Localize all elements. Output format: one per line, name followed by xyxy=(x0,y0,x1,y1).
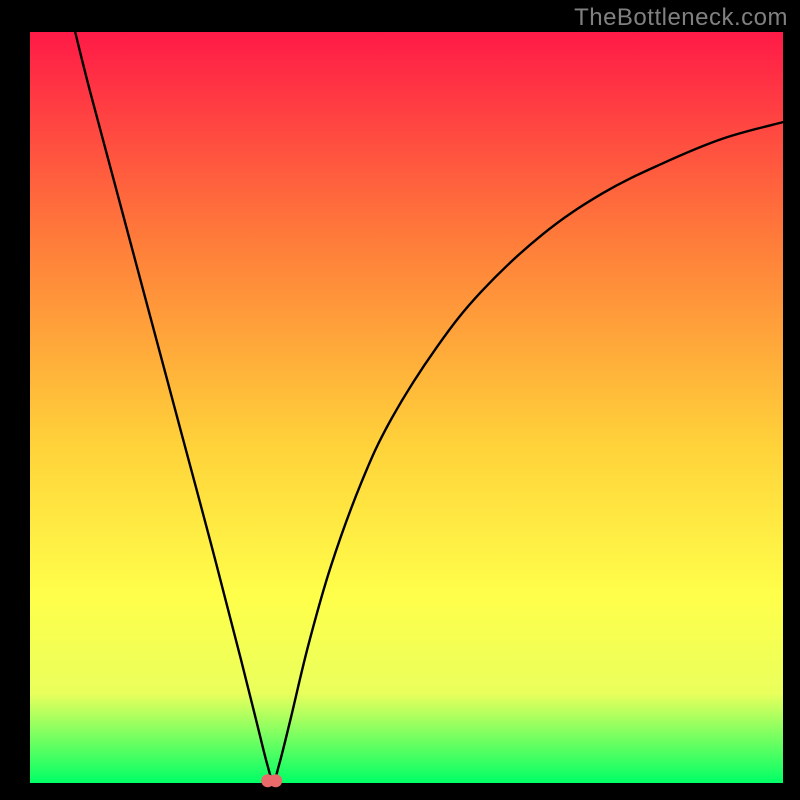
chart-frame: TheBottleneck.com xyxy=(0,0,800,800)
plot-background xyxy=(30,32,783,783)
bottleneck-chart xyxy=(0,0,800,800)
minimum-marker xyxy=(261,774,282,787)
